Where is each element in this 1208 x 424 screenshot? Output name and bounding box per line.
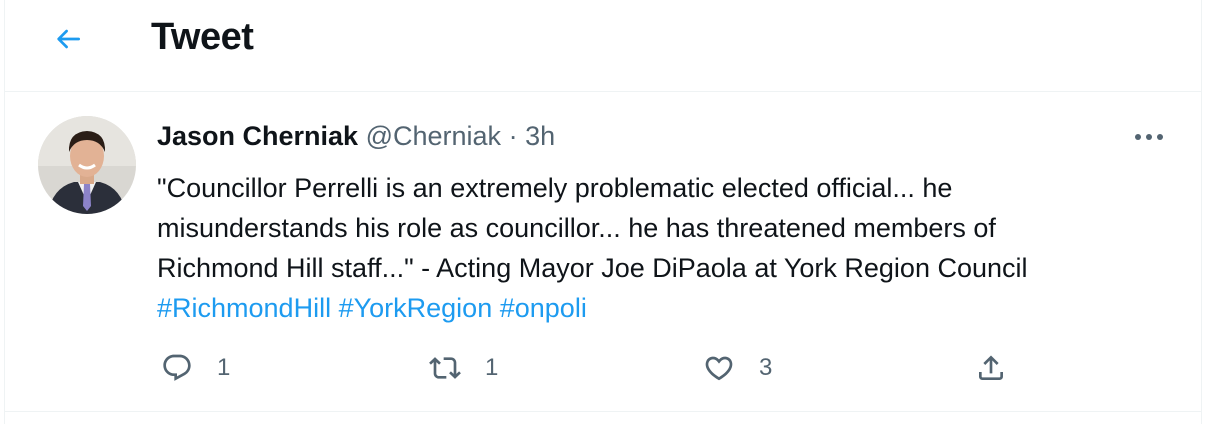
tweet-text-line: Richmond Hill staff..." - Acting Mayor J…: [157, 253, 1028, 283]
avatar-image: [38, 116, 136, 214]
like-button[interactable]: 3: [703, 348, 772, 388]
heart-icon: [705, 356, 733, 381]
hashtag-link[interactable]: #onpoli: [500, 293, 587, 323]
tweet-text-line: misunderstands his role as councillor...…: [157, 213, 996, 243]
avatar[interactable]: [38, 116, 136, 214]
share-button[interactable]: [975, 348, 1007, 388]
tweet-timestamp[interactable]: 3h: [525, 121, 555, 151]
reply-button[interactable]: 1: [161, 348, 230, 388]
tweet-text: "Councillor Perrelli is an extremely pro…: [157, 168, 1167, 328]
arrow-left-icon: [57, 29, 80, 49]
page-title: Tweet: [151, 16, 254, 58]
retweet-button[interactable]: 1: [429, 348, 498, 388]
tweet-text-line: "Councillor Perrelli is an extremely pro…: [157, 173, 953, 203]
more-horizontal-icon: [1135, 134, 1163, 140]
hashtag-link[interactable]: #YorkRegion: [339, 293, 493, 323]
hashtag-line: #RichmondHill #YorkRegion #onpoli: [157, 288, 1167, 328]
retweet-icon: [429, 357, 461, 379]
tweet-page: Tweet Jason Cherniak @Cherniak · 3h "Cou…: [4, 0, 1202, 424]
tweet-header: Jason Cherniak @Cherniak · 3h: [157, 121, 555, 152]
reply-count: 1: [217, 354, 231, 381]
author-name[interactable]: Jason Cherniak: [157, 121, 358, 151]
back-button[interactable]: [43, 14, 93, 64]
share-icon: [979, 355, 1003, 380]
tweet-actions: 1 1 3: [157, 348, 1037, 388]
hashtag-link[interactable]: #RichmondHill: [157, 293, 331, 323]
tweet-card: Jason Cherniak @Cherniak · 3h "Councillo…: [5, 92, 1201, 412]
retweet-count: 1: [485, 354, 499, 381]
reply-icon: [163, 354, 191, 381]
more-options-button[interactable]: [1127, 122, 1171, 152]
author-handle[interactable]: @Cherniak: [366, 121, 501, 151]
like-count: 3: [759, 354, 773, 381]
separator-dot: ·: [508, 121, 518, 151]
page-header: Tweet: [5, 0, 1201, 92]
